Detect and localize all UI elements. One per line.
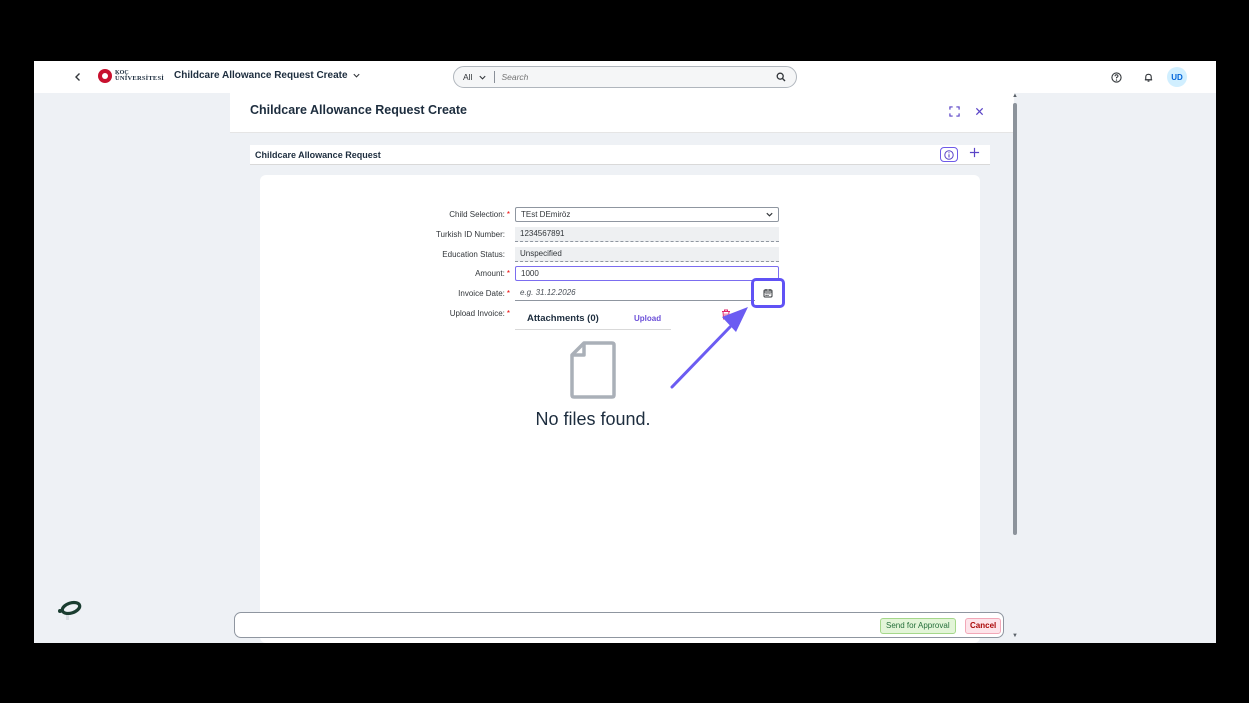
search-scope-label: All <box>463 72 473 82</box>
search-button[interactable] <box>772 68 790 86</box>
scroll-up-icon[interactable]: ▲ <box>1012 93 1018 99</box>
send-for-approval-button[interactable]: Send for Approval <box>880 618 956 634</box>
fullscreen-button[interactable] <box>946 103 962 119</box>
upload-invoice-label: Upload Invoice: * <box>449 309 510 318</box>
child-selection-value: TEst DEmiröz <box>521 210 571 219</box>
child-selection-select[interactable]: TEst DEmiröz <box>515 207 779 222</box>
required-marker: * <box>506 210 510 219</box>
search-input[interactable] <box>501 72 772 82</box>
date-picker-highlight <box>751 278 785 308</box>
trash-icon <box>722 309 730 320</box>
amount-input[interactable]: 1000 <box>515 266 779 281</box>
document-icon <box>570 341 616 399</box>
cancel-button[interactable]: Cancel <box>965 618 1002 634</box>
form-card: Child Selection: * TEst DEmiröz Turkish I… <box>260 175 980 643</box>
user-avatar[interactable]: UD <box>1167 67 1187 87</box>
close-icon <box>975 107 983 115</box>
shell-bar: KOÇ ÜNİVERSİTESİ Childcare Allowance Req… <box>34 61 1216 93</box>
app-title-menu[interactable]: Childcare Allowance Request Create <box>174 70 361 81</box>
company-logo[interactable]: KOÇ ÜNİVERSİTESİ <box>98 69 164 83</box>
logo-mark-icon <box>98 69 112 83</box>
info-button[interactable] <box>940 147 958 162</box>
info-icon <box>944 149 954 160</box>
scroll-down-icon[interactable]: ▼ <box>1012 633 1018 639</box>
search-scope-select[interactable]: All <box>463 72 487 82</box>
invoice-date-label: Invoice Date: * <box>458 289 510 298</box>
no-files-text: No files found. <box>535 409 651 429</box>
close-button[interactable] <box>971 103 987 119</box>
chevron-down-icon <box>766 212 773 217</box>
attachments-title: Attachments (0) <box>527 313 599 324</box>
turkish-id-field: 1234567891 <box>515 227 779 242</box>
required-marker: * <box>506 269 510 278</box>
vertical-scrollbar[interactable]: ▲ ▼ <box>1011 93 1019 643</box>
amount-label: Amount: * <box>475 269 510 278</box>
chevron-left-icon <box>75 73 80 81</box>
required-marker: * <box>506 309 510 318</box>
plus-icon <box>969 147 979 158</box>
dialog-header: Childcare Allowance Request Create <box>230 93 1014 133</box>
turkish-id-label: Turkish ID Number: <box>435 230 505 239</box>
scrollbar-thumb[interactable] <box>1013 103 1017 535</box>
bell-icon <box>1144 73 1152 82</box>
back-button[interactable] <box>70 69 86 85</box>
dialog-title: Childcare Allowance Request Create <box>250 103 467 117</box>
section-toolbar: Childcare Allowance Request <box>250 145 990 165</box>
footer-toolbar: Send for Approval Cancel <box>234 612 1004 638</box>
section-title: Childcare Allowance Request <box>255 150 381 160</box>
upload-button[interactable]: Upload <box>634 314 661 323</box>
delete-attachment-button[interactable] <box>721 307 733 320</box>
chevron-down-icon <box>352 73 360 78</box>
fullscreen-icon <box>948 105 960 117</box>
education-status-label: Education Status: <box>442 250 505 259</box>
help-icon <box>1110 71 1122 83</box>
search-bar: All <box>453 66 797 88</box>
search-divider <box>494 71 496 83</box>
assistant-logo-icon[interactable] <box>56 598 82 622</box>
create-dialog: Childcare Allowance Request Create Child… <box>230 93 1014 643</box>
logo-line2: ÜNİVERSİTESİ <box>115 75 165 82</box>
attachments-toolbar: Attachments (0) Upload <box>515 308 671 330</box>
child-selection-label: Child Selection: * <box>449 210 510 219</box>
education-status-field: Unspecified <box>515 247 779 262</box>
app-screen: KOÇ ÜNİVERSİTESİ Childcare Allowance Req… <box>34 61 1216 643</box>
search-icon <box>776 72 786 82</box>
help-button[interactable] <box>1108 69 1124 85</box>
app-title: Childcare Allowance Request Create <box>174 70 348 81</box>
notifications-button[interactable] <box>1140 69 1156 85</box>
required-marker: * <box>506 289 510 298</box>
invoice-date-input[interactable]: e.g. 31.12.2026 <box>515 286 755 301</box>
chevron-down-icon <box>479 75 487 80</box>
add-button[interactable] <box>966 146 982 162</box>
